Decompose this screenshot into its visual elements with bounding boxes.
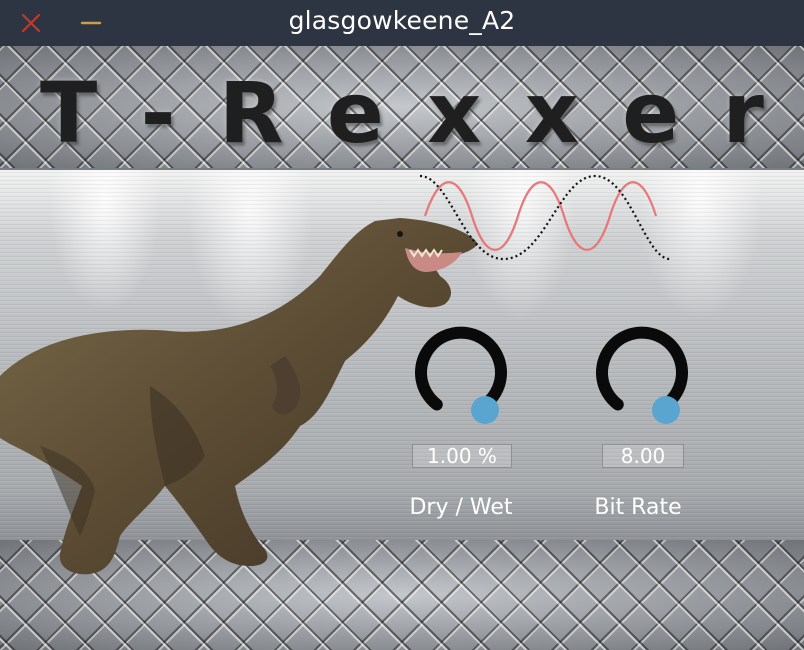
- bit-rate-knob[interactable]: [587, 324, 697, 434]
- dry-wet-value-field[interactable]: 1.00 %: [412, 444, 512, 468]
- dry-wet-label: Dry / Wet: [409, 495, 513, 520]
- title-bar: glasgowkeene_A2: [0, 0, 804, 46]
- sine-waveform-icon: [420, 174, 670, 261]
- knob-thumb[interactable]: [652, 396, 680, 424]
- plugin-body: T - R e x x e r 1.00 % Dry / Wet 8.00 Bi…: [0, 46, 804, 650]
- logo-letter: r: [722, 64, 764, 162]
- bit-rate-value-field[interactable]: 8.00: [602, 444, 684, 468]
- window-title: glasgowkeene_A2: [288, 6, 516, 35]
- logo-letter: e: [622, 64, 680, 162]
- plugin-window: glasgowkeene_A2 T - R e x x e r 1.00 % D…: [0, 0, 804, 650]
- knob-thumb[interactable]: [471, 396, 499, 424]
- bit-rate-label: Bit Rate: [594, 495, 682, 520]
- logo-letter: x: [524, 64, 579, 162]
- dry-wet-knob[interactable]: [406, 324, 516, 434]
